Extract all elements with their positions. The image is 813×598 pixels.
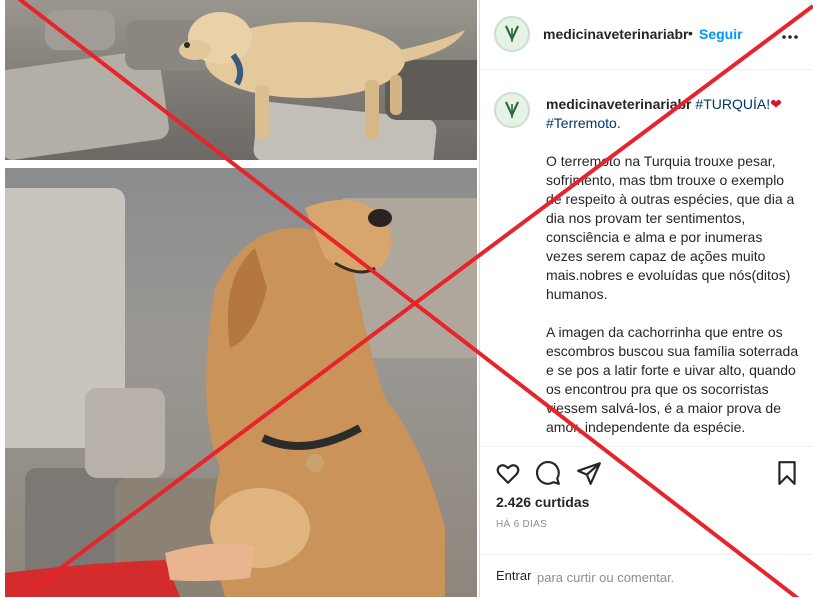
caption: medicinaveterinariabr #TURQUÍA!❤ #Terrem… [546, 95, 801, 456]
header-username[interactable]: medicinaveterinariabr [543, 26, 689, 42]
dog-walking-illustration [179, 12, 465, 140]
login-link[interactable]: Entrar [496, 568, 531, 583]
bookmark-icon[interactable] [774, 460, 800, 486]
stethoscope-logo-icon [505, 101, 519, 118]
caption-avatar[interactable] [494, 92, 530, 128]
header-separator: • [688, 25, 693, 41]
post-actions: 2.426 curtidas HÁ 6 DIAS [480, 446, 813, 555]
hashtag-terremoto[interactable]: #Terremoto [546, 115, 617, 131]
heart-emoji: ❤ [770, 96, 782, 112]
caption-username[interactable]: medicinaveterinariabr [546, 96, 692, 112]
hashtag-terremoto-suffix: . [616, 115, 621, 131]
more-options-icon[interactable] [782, 35, 798, 39]
comment-input[interactable] [537, 567, 787, 587]
post-header: medicinaveterinariabr • Seguir [480, 0, 813, 70]
post-details: medicinaveterinariabr • Seguir medicinav… [479, 0, 813, 597]
caption-paragraph-2: A imagen da cachorrinha que entre os esc… [546, 324, 799, 435]
follow-button[interactable]: Seguir [699, 26, 743, 42]
stethoscope-logo-icon [505, 25, 519, 42]
dog-howling-illustration [5, 200, 445, 597]
heart-icon[interactable] [495, 460, 521, 486]
post-image[interactable] [0, 0, 478, 597]
share-icon[interactable] [576, 460, 602, 486]
caption-paragraph-1: O terremoto na Turquia trouxe pesar, sof… [546, 153, 795, 302]
post-time[interactable]: HÁ 6 DIAS [496, 519, 547, 530]
comment-bar: Entrar [480, 554, 813, 598]
likes-count[interactable]: 2.426 curtidas [496, 494, 589, 510]
hashtag-turquia[interactable]: #TURQUÍA! [695, 96, 770, 112]
comment-icon[interactable] [535, 460, 561, 486]
photo-top [5, 0, 477, 160]
photo-bottom [5, 168, 477, 597]
avatar[interactable] [494, 16, 530, 52]
